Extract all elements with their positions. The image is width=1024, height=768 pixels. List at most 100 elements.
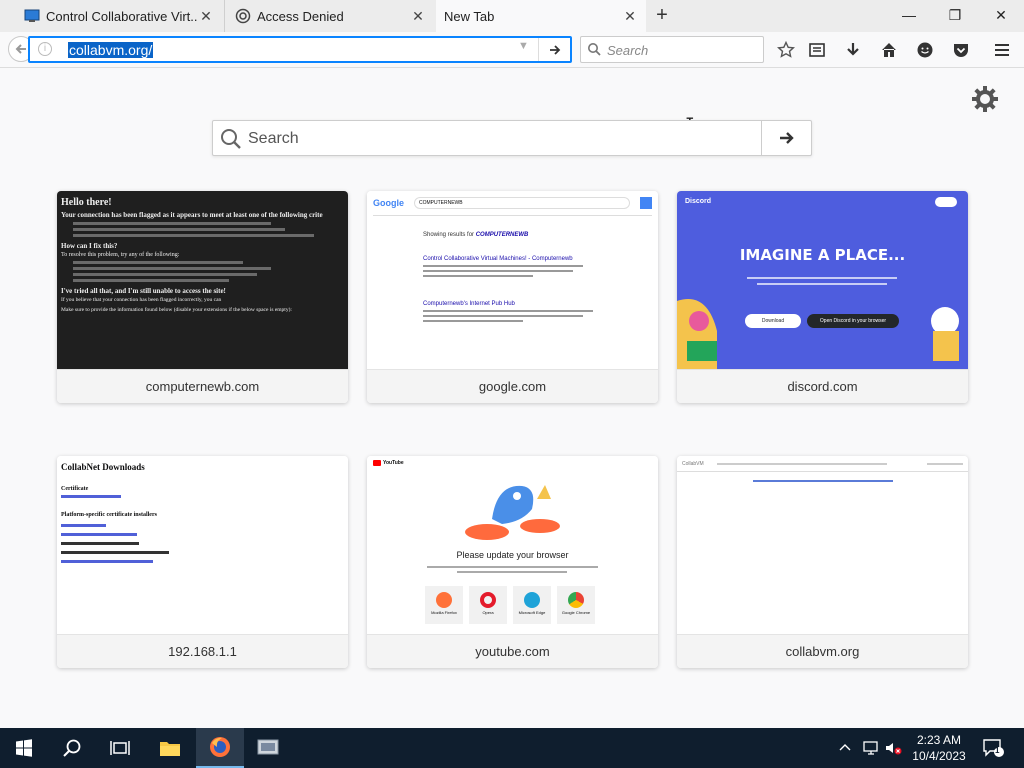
bookmark-star-icon[interactable] [776, 40, 796, 60]
browser-option: Microsoft Edge [513, 586, 551, 624]
top-site-tile[interactable]: Discord IMAGINE A PLACE... Download Open… [677, 191, 968, 403]
thumb-text: COMPUTERNEWB [475, 232, 529, 238]
search-placeholder: Search [607, 43, 649, 58]
tab-new-tab[interactable]: New Tab ✕ [436, 0, 646, 32]
url-input[interactable]: collabvm.org/ [68, 42, 154, 58]
firefox-taskbar-button[interactable] [196, 728, 244, 768]
task-view-button[interactable] [96, 728, 144, 768]
reading-list-icon[interactable] [807, 40, 827, 60]
search-taskbar-button[interactable] [48, 728, 96, 768]
monitor-favicon-icon [24, 8, 40, 24]
newtab-search-placeholder: Search [248, 130, 299, 147]
tile-label: computernewb.com [57, 369, 348, 403]
browser-name: Mozilla Firefox [431, 610, 457, 615]
newtab-search-bar[interactable]: Search [212, 120, 812, 156]
tab-close-icon[interactable]: ✕ [198, 8, 214, 24]
gear-icon[interactable] [971, 85, 999, 113]
browser-name: Google Chrome [561, 610, 591, 615]
tab-title: Access Denied [257, 8, 344, 24]
new-tab-button[interactable]: + [652, 5, 672, 26]
go-button[interactable] [538, 38, 570, 61]
top-site-tile[interactable]: YouTube Please update your browser Mozil… [367, 456, 658, 668]
thumb-heading: How can I fix this? [61, 242, 118, 250]
search-icon [220, 128, 242, 155]
tile-label: collabvm.org [677, 634, 968, 668]
tile-label: google.com [367, 369, 658, 403]
youtube-logo: YouTube [383, 460, 404, 466]
tile-thumbnail: CollabNet Downloads Certificate Platform… [57, 456, 348, 634]
nav-bar: i collabvm.org/ ▼ Search [0, 32, 1024, 68]
arrow-right-icon [779, 132, 794, 144]
tile-thumbnail: Discord IMAGINE A PLACE... Download Open… [677, 191, 968, 369]
top-site-tile[interactable]: Hello there! Your connection has been fl… [57, 191, 348, 403]
tile-thumbnail: CollabVM [677, 456, 968, 634]
app-taskbar-button[interactable] [244, 728, 292, 768]
minimize-button[interactable]: — [886, 0, 932, 30]
pocket-icon[interactable] [951, 40, 971, 60]
browser-option: Opera [469, 586, 507, 624]
discord-logo: Discord [685, 198, 712, 205]
browser-name: Opera [482, 610, 494, 615]
character-illustration-icon [677, 299, 717, 369]
tab-title: New Tab [444, 8, 495, 24]
start-button[interactable] [0, 728, 48, 768]
thumb-text: If you believe that your connection has … [61, 297, 222, 303]
thumb-text: To resolve this problem, try any of the … [61, 252, 180, 258]
tile-thumbnail: Google COMPUTERNEWB Showing results for … [367, 191, 658, 369]
thumb-text: Control Collaborative Virtual Machines! … [423, 256, 573, 262]
chat-smiley-icon[interactable] [915, 40, 935, 60]
thumb-text: Your connection has been flagged as it a… [61, 211, 323, 219]
open-browser-button: Open Discord in your browser [807, 314, 899, 328]
volume-muted-icon[interactable] [884, 740, 902, 759]
notification-center-icon[interactable]: 1 [982, 738, 1004, 761]
monitor-icon [257, 739, 279, 755]
browser-name: Microsoft Edge [518, 610, 546, 615]
tile-label: youtube.com [367, 634, 658, 668]
youtube-message: Please update your browser [456, 550, 569, 560]
tab-control-collaborative[interactable]: Control Collaborative Virt... ✕ [0, 0, 222, 32]
notification-count: 1 [995, 746, 1000, 755]
tile-thumbnail: YouTube Please update your browser Mozil… [367, 456, 658, 634]
hamburger-menu-icon[interactable] [992, 40, 1012, 60]
tab-close-icon[interactable]: ✕ [622, 8, 638, 24]
file-explorer-button[interactable] [146, 728, 194, 768]
taskbar: 2:23 AM 10/4/2023 1 [0, 728, 1024, 768]
url-bar[interactable]: i collabvm.org/ ▼ [28, 36, 572, 63]
top-site-tile[interactable]: CollabNet Downloads Certificate Platform… [57, 456, 348, 668]
dropdown-arrow-icon[interactable]: ▼ [518, 40, 529, 52]
network-icon[interactable] [862, 740, 880, 759]
chevron-up-icon[interactable] [838, 740, 852, 757]
tab-title: Control Collaborative Virt... [46, 8, 198, 24]
task-view-icon [110, 741, 130, 755]
firefox-icon [210, 737, 230, 757]
thumb-heading: Certificate [61, 486, 89, 492]
thumb-text: Showing results for [423, 232, 475, 238]
thumb-text: Computernewb's Internet Pub Hub [423, 301, 515, 307]
tab-close-icon[interactable]: ✕ [410, 8, 426, 24]
thumb-heading: Platform-specific certificate installers [61, 512, 157, 518]
google-logo: Google [373, 198, 404, 208]
close-window-button[interactable]: ✕ [978, 0, 1024, 30]
tab-access-denied[interactable]: Access Denied ✕ [224, 0, 434, 32]
cloud-favicon-icon [235, 8, 251, 24]
download-button: Download [745, 314, 801, 328]
search-icon [587, 42, 601, 61]
collabvm-logo: CollabVM [682, 461, 704, 467]
top-site-tile[interactable]: Google COMPUTERNEWB Showing results for … [367, 191, 658, 403]
download-icon[interactable] [843, 40, 863, 60]
search-bar[interactable]: Search [580, 36, 764, 63]
system-clock[interactable]: 2:23 AM 10/4/2023 [906, 732, 972, 764]
home-icon[interactable] [879, 40, 899, 60]
tile-label: 192.168.1.1 [57, 634, 348, 668]
thumb-heading: Hello there! [61, 197, 112, 208]
folder-icon [160, 742, 180, 756]
browser-option: Google Chrome [557, 586, 595, 624]
top-site-tile[interactable]: CollabVM collabvm.org [677, 456, 968, 668]
info-icon[interactable]: i [38, 42, 52, 56]
character-illustration-icon [931, 307, 959, 361]
new-tab-page: I Search Hello there! Your connection ha… [0, 69, 1024, 728]
thumb-text: Make sure to provide the information fou… [61, 307, 292, 313]
restore-button[interactable]: ❐ [932, 0, 978, 30]
tile-label: discord.com [677, 369, 968, 403]
search-go-button[interactable] [761, 121, 811, 155]
